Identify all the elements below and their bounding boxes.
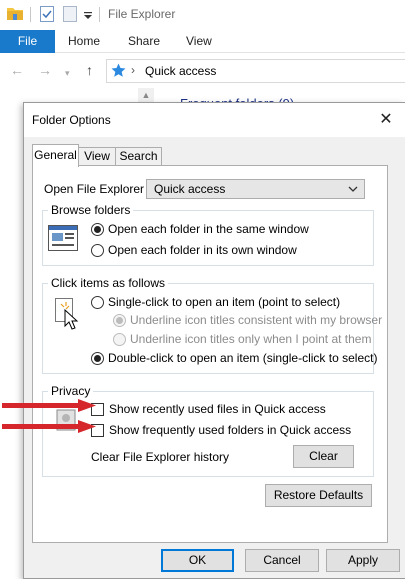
breadcrumb-location[interactable]: Quick access — [145, 64, 216, 78]
up-arrow-icon[interactable]: ↑ — [86, 62, 93, 78]
frequent-folders-label[interactable]: Show frequently used folders in Quick ac… — [109, 423, 351, 437]
underline-point-radio[interactable] — [113, 333, 126, 346]
navigation-bar: ← → ▾ ↑ › Quick access — [0, 53, 405, 88]
breadcrumb-separator: › — [131, 63, 135, 77]
folder-options-dialog: Folder Options ✕ General View Search Ope… — [23, 102, 405, 579]
customize-toolbar-icon[interactable] — [84, 9, 92, 23]
quick-access-star-icon — [111, 63, 126, 81]
back-arrow-icon[interactable]: ← — [10, 62, 24, 78]
clear-history-label: Clear File Explorer history — [91, 450, 230, 464]
open-to-dropdown[interactable]: Quick access — [146, 179, 365, 199]
chevron-down-icon — [348, 181, 358, 200]
ok-button[interactable]: OK — [161, 549, 234, 572]
double-click-label[interactable]: Double-click to open an item (single-cli… — [108, 351, 377, 365]
annotation-arrow-recent — [2, 399, 96, 416]
window-title: File Explorer — [108, 7, 176, 21]
general-tab-panel: Open File Explorer to: Quick access Brow… — [32, 165, 388, 543]
open-to-label: Open File Explorer to: — [44, 182, 161, 196]
own-window-radio[interactable] — [91, 244, 104, 257]
browse-folders-title: Browse folders — [48, 203, 134, 217]
close-icon[interactable]: ✕ — [373, 108, 399, 132]
click-items-group: Click items as follows Single-click to o… — [42, 276, 382, 374]
ribbon-tab-home[interactable]: Home — [68, 30, 100, 53]
recent-files-label[interactable]: Show recently used files in Quick access — [109, 402, 326, 416]
own-window-label[interactable]: Open each folder in its own window — [108, 243, 297, 257]
ribbon-tab-view[interactable]: View — [186, 30, 212, 53]
ribbon-tab-share[interactable]: Share — [128, 30, 160, 53]
double-click-radio[interactable] — [91, 352, 104, 365]
same-window-label[interactable]: Open each folder in the same window — [108, 222, 309, 236]
annotation-arrow-frequent — [2, 420, 96, 437]
restore-defaults-button[interactable]: Restore Defaults — [265, 484, 372, 507]
tab-search[interactable]: Search — [115, 147, 162, 166]
scroll-up-button[interactable]: ▲ — [138, 88, 154, 102]
clear-button[interactable]: Clear — [293, 445, 354, 468]
divider — [30, 7, 31, 22]
privacy-title: Privacy — [48, 384, 94, 398]
apply-button[interactable]: Apply — [326, 549, 400, 572]
underline-browser-radio[interactable] — [113, 314, 126, 327]
forward-arrow-icon[interactable]: → — [38, 62, 52, 78]
click-items-title: Click items as follows — [48, 276, 169, 290]
open-to-value: Quick access — [154, 182, 226, 196]
address-bar[interactable]: › Quick access — [106, 59, 405, 83]
divider — [99, 7, 100, 22]
folder-icon — [7, 6, 23, 23]
cursor-click-illustration-icon — [55, 298, 81, 335]
browse-folders-illustration-icon — [48, 225, 78, 254]
recent-locations-icon[interactable]: ▾ — [65, 65, 70, 81]
underline-browser-label[interactable]: Underline icon titles consistent with my… — [130, 313, 382, 327]
ribbon-tabs: File Home Share View — [0, 30, 405, 53]
new-folder-icon[interactable] — [63, 6, 77, 25]
tab-general[interactable]: General — [32, 144, 79, 167]
properties-icon[interactable] — [40, 6, 54, 25]
ribbon-tab-file[interactable]: File — [0, 30, 55, 53]
tab-view[interactable]: View — [78, 147, 116, 166]
single-click-label[interactable]: Single-click to open an item (point to s… — [108, 295, 340, 309]
dialog-title-bar: Folder Options ✕ — [24, 103, 405, 137]
single-click-radio[interactable] — [91, 296, 104, 309]
dialog-title: Folder Options — [32, 113, 111, 127]
underline-point-label[interactable]: Underline icon titles only when I point … — [130, 332, 371, 346]
cancel-button[interactable]: Cancel — [245, 549, 319, 572]
same-window-radio[interactable] — [91, 223, 104, 236]
browse-folders-group: Browse folders Open each folder in the s… — [42, 203, 374, 266]
explorer-title-bar: File Explorer — [0, 0, 405, 30]
